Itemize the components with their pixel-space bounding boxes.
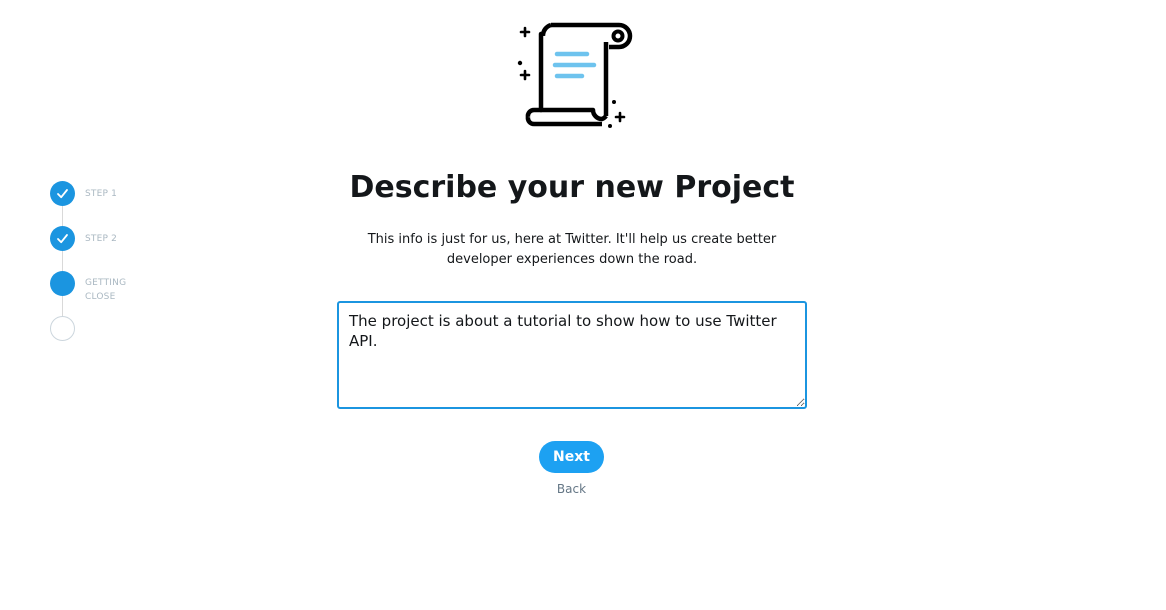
step-3: GETTING CLOSE [50, 271, 145, 304]
next-button[interactable]: Next [539, 441, 604, 473]
step-4 [50, 316, 75, 341]
step-2: STEP 2 [50, 226, 145, 251]
step-4-indicator [50, 316, 75, 341]
step-3-label: GETTING CLOSE [85, 278, 127, 302]
create-project-page: STEP 1 STEP 2 GETTING CLOSE Describe you… [0, 0, 1166, 610]
step-2-label: STEP 2 [85, 234, 118, 244]
page-title: Describe your new Project [349, 170, 795, 205]
stepper-rail [62, 195, 63, 325]
project-description-textarea[interactable]: The project is about a tutorial to show … [337, 301, 807, 409]
step-2-indicator [50, 226, 75, 251]
progress-stepper: STEP 1 STEP 2 GETTING CLOSE [50, 181, 170, 341]
step-3-indicator [50, 271, 75, 296]
page-subtitle: This info is just for us, here at Twitte… [367, 232, 777, 267]
scroll-document-icon [517, 22, 633, 128]
back-link[interactable]: Back [540, 482, 603, 496]
checkmark-icon [57, 234, 68, 244]
